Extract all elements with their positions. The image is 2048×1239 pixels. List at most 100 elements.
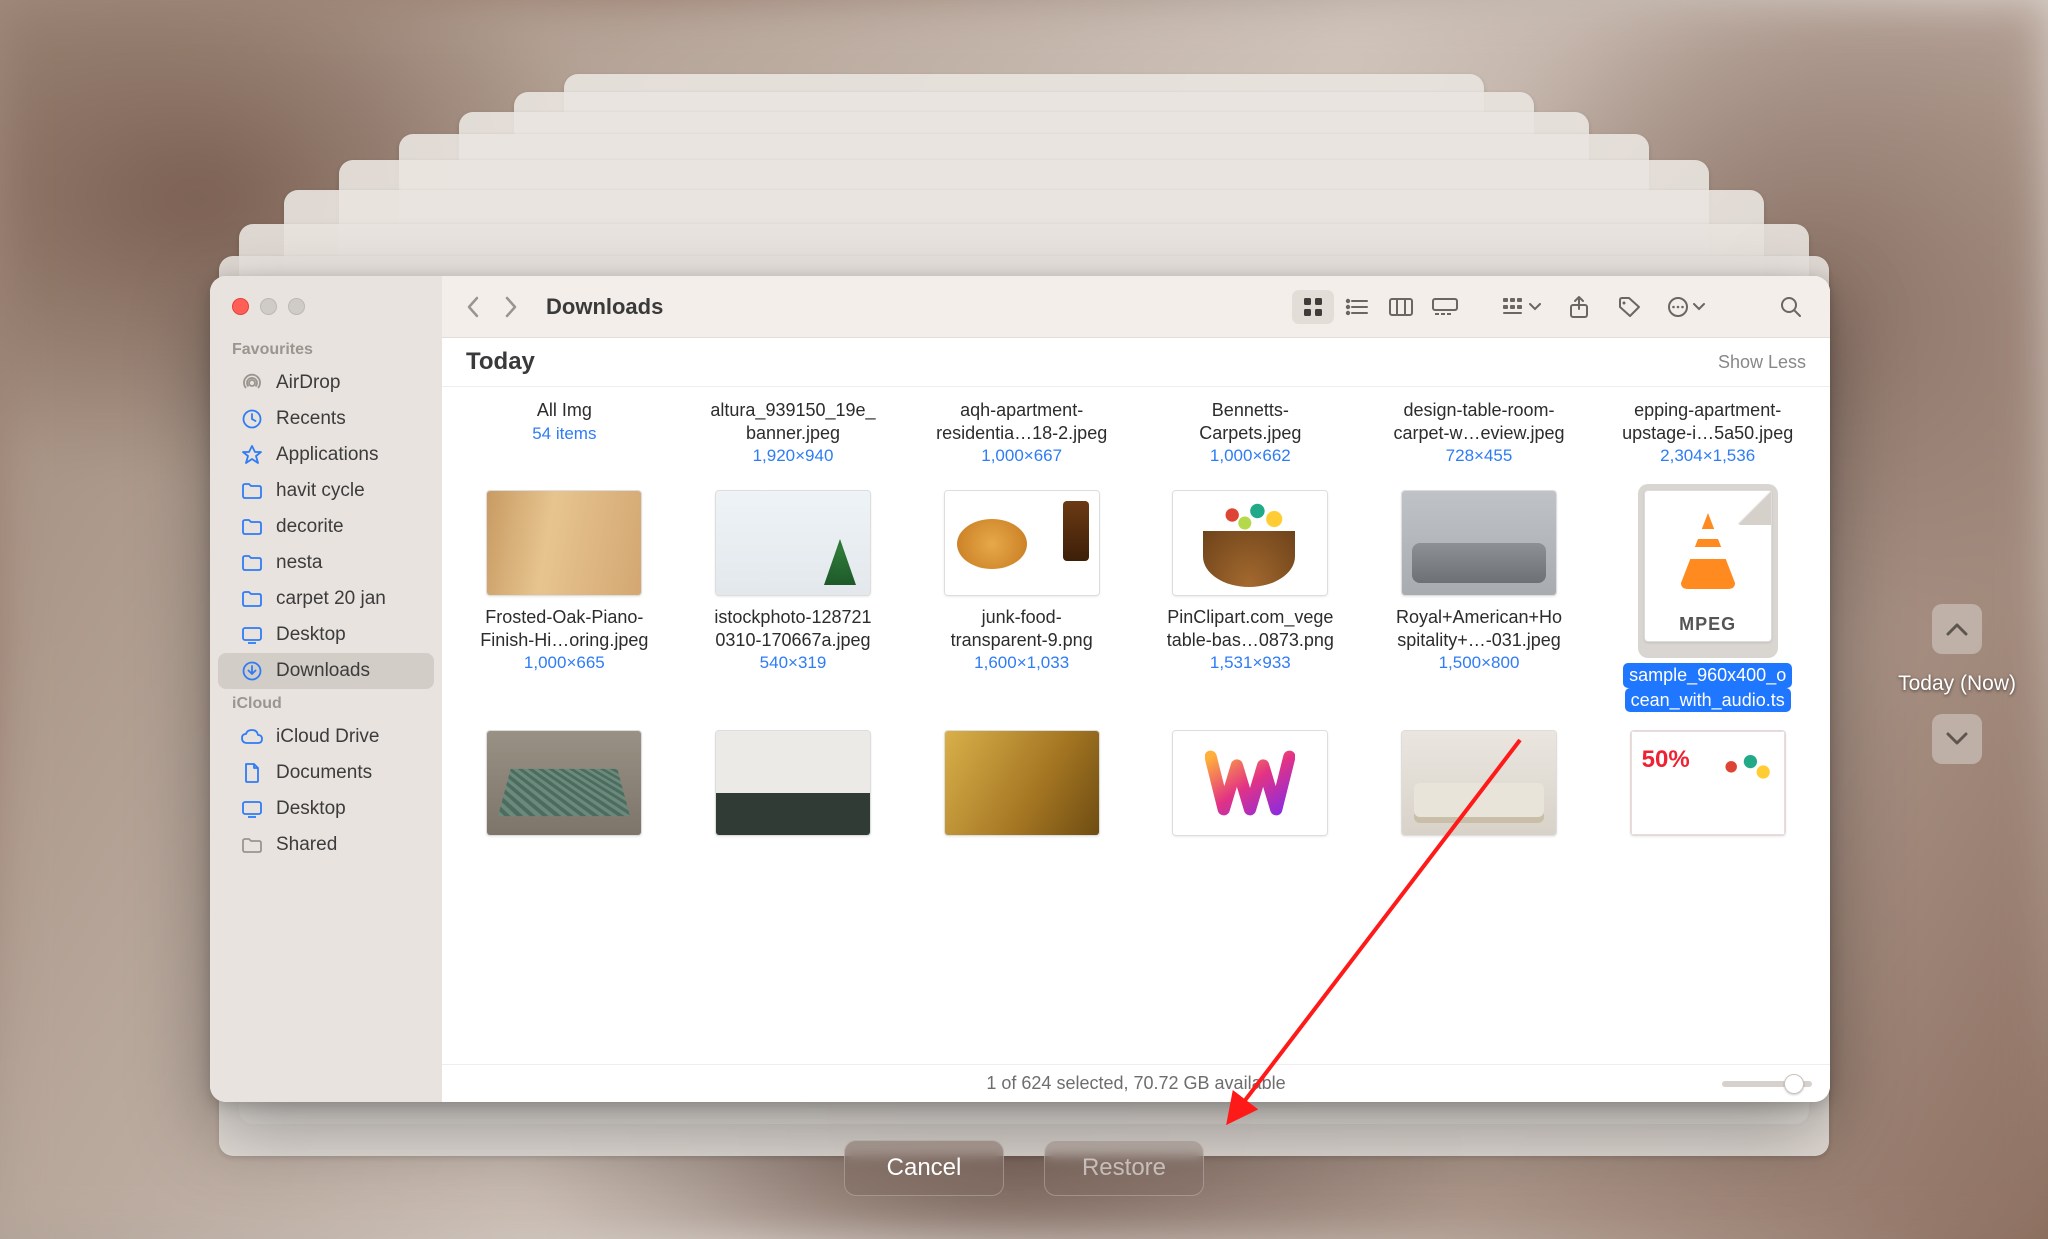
gallery-view-button[interactable] [1424, 290, 1466, 324]
file-thumbnail [1630, 730, 1786, 836]
file-name: Frosted-Oak-Piano-Finish-Hi…oring.jpeg [456, 606, 673, 651]
sidebar-item-label: Documents [276, 762, 372, 784]
mpeg-file-icon: MPEG [1644, 490, 1772, 642]
sidebar-item-recents[interactable]: Recents [218, 401, 434, 437]
status-text: 1 of 624 selected, 70.72 GB available [986, 1073, 1285, 1094]
file-item[interactable]: junk-food-transparent-9.png1,600×1,033 [909, 478, 1134, 720]
view-mode-group [1290, 288, 1468, 326]
file-thumbnail [1172, 490, 1328, 596]
file-item[interactable] [452, 724, 677, 854]
file-item[interactable] [1138, 724, 1363, 854]
sidebar-item-airdrop[interactable]: AirDrop [218, 365, 434, 401]
sidebar-heading: iCloud [210, 689, 442, 719]
file-dimensions: 1,000×662 [1142, 446, 1359, 466]
file-name: altura_939150_19e_banner.jpeg [685, 399, 902, 444]
file-item[interactable] [681, 724, 906, 854]
column-view-button[interactable] [1380, 290, 1422, 324]
window-controls [210, 294, 442, 335]
file-item[interactable]: istockphoto-1287210310-170667a.jpeg540×3… [681, 478, 906, 720]
file-name: junk-food-transparent-9.png [913, 606, 1130, 651]
search-button[interactable] [1772, 290, 1810, 324]
timeline-next-button[interactable] [1932, 714, 1982, 764]
file-item[interactable]: altura_939150_19e_banner.jpeg1,920×940 [681, 393, 906, 474]
file-item[interactable]: Royal+American+Hospitality+…-031.jpeg1,5… [1367, 478, 1592, 720]
file-item[interactable] [1367, 724, 1592, 854]
file-thumbnail [486, 490, 642, 596]
toolbar: Downloads [442, 276, 1830, 338]
sidebar-item-label: nesta [276, 552, 322, 574]
sidebar-item-nesta[interactable]: nesta [218, 545, 434, 581]
show-less-toggle[interactable]: Show Less [1718, 352, 1806, 373]
desktop-icon [240, 623, 264, 647]
sidebar-item-carpet-20-jan[interactable]: carpet 20 jan [218, 581, 434, 617]
file-dimensions: 1,920×940 [685, 446, 902, 466]
icon-size-slider[interactable] [1722, 1081, 1812, 1087]
nav-forward-button[interactable] [494, 290, 528, 324]
file-name: aqh-apartment-residentia…18-2.jpeg [913, 399, 1130, 444]
download-icon [240, 659, 264, 683]
file-thumbnail [944, 490, 1100, 596]
main-pane: Downloads [442, 276, 1830, 1102]
sidebar-item-havit-cycle[interactable]: havit cycle [218, 473, 434, 509]
file-item[interactable]: epping-apartment-upstage-i…5a50.jpeg2,30… [1595, 393, 1820, 474]
file-item[interactable] [1595, 724, 1820, 854]
restore-button[interactable]: Restore [1044, 1140, 1204, 1196]
file-thumbnail [1401, 490, 1557, 596]
section-title: Today [466, 348, 535, 376]
group-by-button[interactable] [1496, 290, 1548, 324]
sidebar-item-label: decorite [276, 516, 344, 538]
sidebar-item-label: carpet 20 jan [276, 588, 386, 610]
sidebar-item-label: Downloads [276, 660, 370, 682]
fullscreen-window-button[interactable] [288, 298, 305, 315]
file-dimensions: 1,000×665 [456, 653, 673, 673]
file-thumbnail [1172, 730, 1328, 836]
file-item[interactable]: design-table-room-carpet-w…eview.jpeg728… [1367, 393, 1592, 474]
file-dimensions: 1,000×667 [913, 446, 1130, 466]
finder-window: FavouritesAirDropRecentsApplicationshavi… [210, 276, 1830, 1102]
list-view-button[interactable] [1336, 290, 1378, 324]
file-item[interactable] [909, 724, 1134, 854]
doc-icon [240, 761, 264, 785]
file-dimensions: 728×455 [1371, 446, 1588, 466]
file-item[interactable]: MPEGsample_960x400_ocean_with_audio.ts [1595, 478, 1820, 720]
file-item[interactable]: Bennetts-Carpets.jpeg1,000×662 [1138, 393, 1363, 474]
file-thumbnail [715, 490, 871, 596]
sidebar-item-shared[interactable]: Shared [218, 827, 434, 863]
action-menu-button[interactable] [1660, 290, 1712, 324]
airdrop-icon [240, 371, 264, 395]
tags-button[interactable] [1610, 290, 1648, 324]
timeline-prev-button[interactable] [1932, 604, 1982, 654]
sidebar-item-applications[interactable]: Applications [218, 437, 434, 473]
file-name: design-table-room-carpet-w…eview.jpeg [1371, 399, 1588, 444]
file-grid-area[interactable]: All Img54 itemsaltura_939150_19e_banner.… [442, 387, 1830, 1064]
icon-view-button[interactable] [1292, 290, 1334, 324]
file-item[interactable]: Frosted-Oak-Piano-Finish-Hi…oring.jpeg1,… [452, 478, 677, 720]
desktop-icon [240, 797, 264, 821]
share-button[interactable] [1560, 290, 1598, 324]
folder-icon [240, 515, 264, 539]
sidebar-item-documents[interactable]: Documents [218, 755, 434, 791]
cloud-icon [240, 725, 264, 749]
file-thumbnail [486, 730, 642, 836]
shared-icon [240, 833, 264, 857]
file-dimensions: 54 items [456, 424, 673, 444]
file-dimensions: 2,304×1,536 [1599, 446, 1816, 466]
minimize-window-button[interactable] [260, 298, 277, 315]
folder-icon [240, 479, 264, 503]
sidebar-item-icloud-drive[interactable]: iCloud Drive [218, 719, 434, 755]
sidebar-item-downloads[interactable]: Downloads [218, 653, 434, 689]
cancel-button[interactable]: Cancel [844, 1140, 1004, 1196]
sidebar: FavouritesAirDropRecentsApplicationshavi… [210, 276, 442, 1102]
nav-back-button[interactable] [456, 290, 490, 324]
file-dimensions: 1,600×1,033 [913, 653, 1130, 673]
file-thumbnail [944, 730, 1100, 836]
timemachine-button-bar: Cancel Restore [0, 1140, 2048, 1196]
file-item[interactable]: All Img54 items [452, 393, 677, 474]
file-thumbnail [715, 730, 871, 836]
sidebar-item-desktop[interactable]: Desktop [218, 791, 434, 827]
close-window-button[interactable] [232, 298, 249, 315]
sidebar-item-desktop[interactable]: Desktop [218, 617, 434, 653]
file-item[interactable]: aqh-apartment-residentia…18-2.jpeg1,000×… [909, 393, 1134, 474]
sidebar-item-decorite[interactable]: decorite [218, 509, 434, 545]
file-item[interactable]: PinClipart.com_vegetable-bas…0873.png1,5… [1138, 478, 1363, 720]
